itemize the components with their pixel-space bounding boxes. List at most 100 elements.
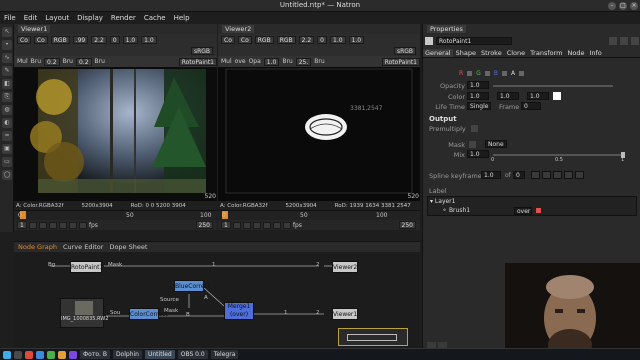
last-frame-icon[interactable] (282, 221, 291, 229)
close-icon[interactable]: × (630, 2, 638, 10)
tab-dope-sheet[interactable]: Dope Sheet (109, 243, 147, 251)
merge-mode-label[interactable]: Mul (17, 58, 28, 65)
exposure-field[interactable]: 1.0 (330, 35, 346, 44)
blend-mode-label[interactable]: ove (235, 58, 246, 65)
channel-b-checkbox[interactable] (501, 71, 507, 76)
tab-viewer1[interactable]: Viewer1 (18, 25, 51, 33)
layer-select[interactable]: Co (17, 35, 31, 44)
node-color-swatch[interactable] (425, 37, 433, 45)
channel-a-checkbox[interactable] (519, 71, 525, 76)
apps-icon[interactable] (14, 350, 22, 359)
channel-g-checkbox[interactable] (484, 71, 490, 76)
timeline2-start[interactable]: 1 (221, 221, 231, 229)
node-rotopaint[interactable]: RotoPaint1 (70, 261, 103, 273)
premultiply-checkbox[interactable] (471, 125, 478, 132)
dodge-tool-icon[interactable]: ◐ (2, 118, 12, 128)
layer-select[interactable]: Co (221, 35, 235, 44)
timeline2[interactable]: 0 50 100 1 fps 250 (218, 210, 420, 230)
add-keyframe-icon[interactable] (553, 171, 562, 179)
task-obs[interactable]: OBS 0.0 (177, 350, 208, 359)
play-icon[interactable] (58, 221, 67, 229)
gain-field[interactable]: 0 (109, 35, 120, 44)
node-name-field[interactable]: RotoPaint1 (436, 37, 512, 45)
task-dolphin[interactable]: Dolphin (112, 350, 142, 359)
opacity-slider[interactable] (493, 85, 613, 87)
next-keyframe-icon[interactable] (542, 171, 551, 179)
viewer1-canvas[interactable]: 520 (14, 67, 217, 201)
gamma2-field[interactable]: 1.0 (141, 35, 157, 44)
channel-r-checkbox[interactable] (467, 71, 473, 76)
settings-icon[interactable] (609, 37, 617, 45)
files-icon[interactable] (47, 350, 55, 359)
editor-icon[interactable] (58, 350, 66, 359)
play-icon[interactable] (262, 221, 271, 229)
fill-tool-icon[interactable]: ▣ (2, 144, 12, 154)
minimize-icon[interactable]: – (608, 2, 616, 10)
channel-select[interactable]: RGB (254, 35, 274, 44)
navigator-viewport[interactable] (347, 334, 397, 341)
brush-size-field[interactable]: 25. (295, 57, 312, 66)
channel-g[interactable]: G (476, 70, 481, 77)
select-tool-icon[interactable]: ↖ (2, 27, 12, 37)
node-bluecorrect[interactable]: BlueCorrect (174, 280, 210, 292)
channel2-select[interactable]: RGB (276, 35, 296, 44)
task-telegram[interactable]: Telegra (210, 350, 239, 359)
merge-mode-label[interactable]: Mul (221, 58, 232, 65)
prev-keyframe-icon[interactable] (531, 171, 540, 179)
menu-layout[interactable]: Layout (45, 14, 69, 22)
zoom-select[interactable]: .99 (72, 35, 89, 44)
timeline1[interactable]: 0 50 100 1 fps 250 (14, 210, 217, 230)
next-frame-icon[interactable] (272, 221, 281, 229)
clone-tool-icon[interactable]: ⎘ (2, 92, 12, 102)
gain-field[interactable]: 0 (317, 35, 327, 44)
channel-r[interactable]: R (459, 70, 463, 77)
play-backward-icon[interactable] (48, 221, 57, 229)
browser-icon[interactable] (36, 350, 44, 359)
tab-info[interactable]: Info (587, 49, 603, 57)
mix-field[interactable]: 1.0 (467, 150, 489, 158)
brush-row[interactable]: ⚬ Brush1 (442, 207, 470, 214)
spline-count-field[interactable]: 0 (513, 171, 525, 179)
colorspace-select[interactable]: sRGB (190, 46, 213, 55)
mix-slider[interactable] (493, 154, 623, 156)
menu-display[interactable]: Display (77, 14, 103, 22)
exposure-field[interactable]: 1.0 (122, 35, 139, 44)
gamma2-field[interactable]: 1.0 (348, 35, 365, 44)
tab-shape[interactable]: Shape (454, 49, 478, 57)
spline-keyframe-field[interactable]: 1.0 (481, 171, 501, 179)
rect-tool-icon[interactable]: ▭ (2, 157, 12, 167)
node-viewer1[interactable]: Viewer1 (332, 308, 358, 320)
app-launcher-icon[interactable] (25, 350, 33, 359)
menu-help[interactable]: Help (174, 14, 190, 22)
opacity-field[interactable]: 1.0 (467, 81, 489, 89)
brush-size-field[interactable]: 0.2 (44, 57, 60, 66)
task-natron[interactable]: Untitled (144, 350, 175, 359)
last-frame-icon[interactable] (78, 221, 87, 229)
tab-node-graph[interactable]: Node Graph (18, 243, 57, 251)
media-icon[interactable] (69, 350, 77, 359)
mask-checkbox[interactable] (469, 141, 476, 148)
frame-field[interactable]: 0 (521, 102, 541, 110)
tab-stroke[interactable]: Stroke (479, 49, 504, 57)
color-r-field[interactable]: 1.0 (467, 92, 489, 100)
lifetime-select[interactable]: Single (467, 102, 491, 110)
node-colorcorrect[interactable]: ColorCorrect (129, 308, 168, 320)
first-frame-icon[interactable] (28, 221, 37, 229)
prev-frame-icon[interactable] (242, 221, 251, 229)
tab-viewer2[interactable]: Viewer2 (222, 25, 255, 33)
first-frame-icon[interactable] (232, 221, 241, 229)
blur-tool-icon[interactable]: ◍ (2, 105, 12, 115)
timeline1-start[interactable]: 1 (17, 221, 27, 229)
color-g-field[interactable]: 1.0 (497, 92, 519, 100)
brush-blend-select[interactable]: over (514, 207, 532, 215)
roto-node-chip[interactable]: RotoPaint1 (178, 57, 217, 66)
task-photos[interactable]: Фото. В (80, 350, 110, 359)
menu-edit[interactable]: Edit (24, 14, 38, 22)
start-menu-icon[interactable] (3, 350, 11, 359)
play-backward-icon[interactable] (252, 221, 261, 229)
node-read[interactable]: IMG_1000835.RW2 (60, 298, 108, 328)
next-frame-icon[interactable] (68, 221, 77, 229)
layer-row[interactable]: ▾ Layer1 (430, 198, 455, 205)
mask-select[interactable]: None (485, 140, 507, 148)
eraser-tool-icon[interactable]: ◧ (2, 79, 12, 89)
